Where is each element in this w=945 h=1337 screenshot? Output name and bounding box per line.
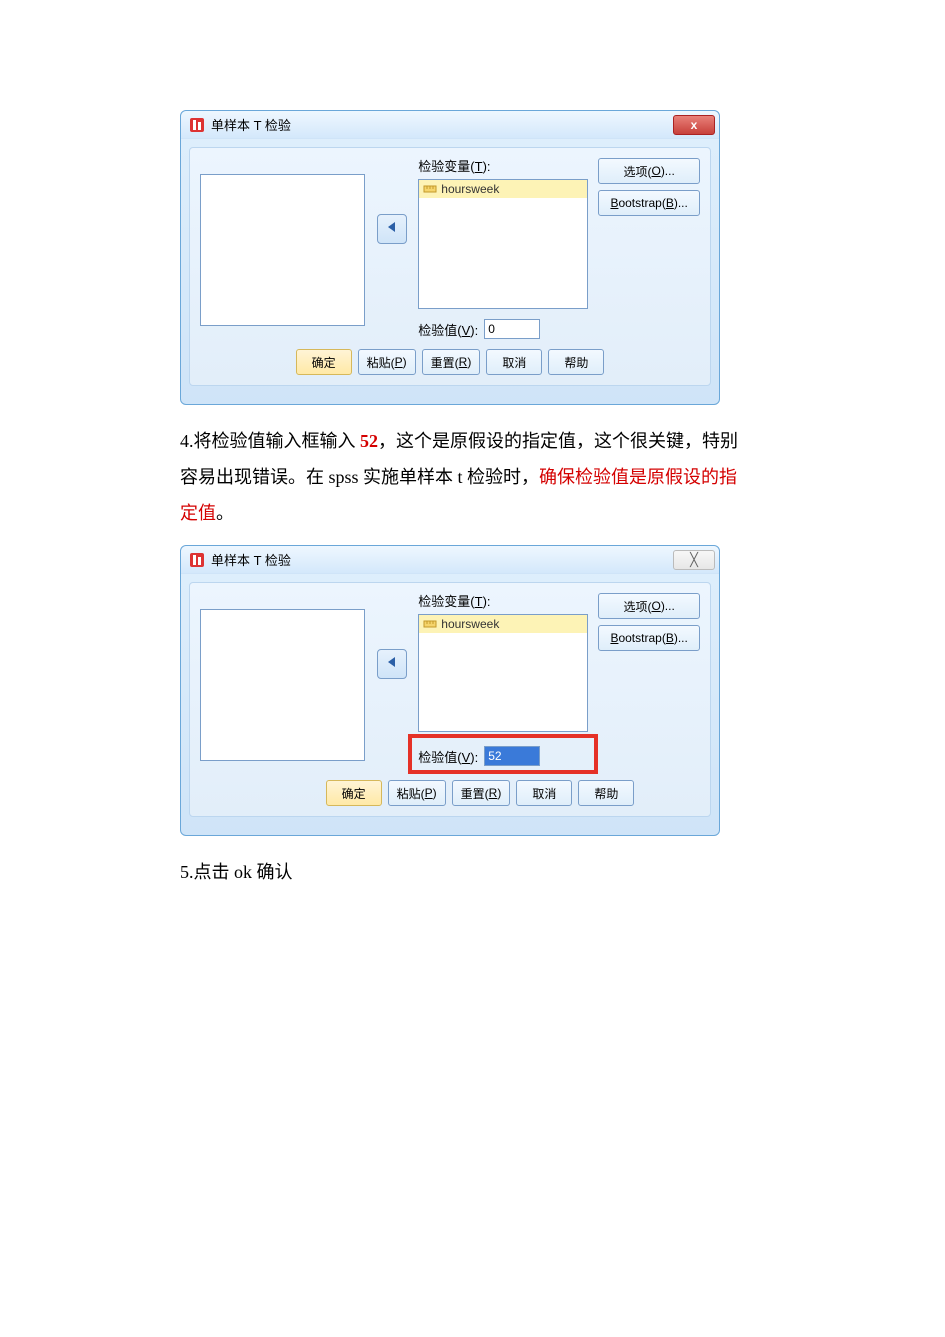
arrow-left-icon [385, 655, 399, 673]
ok-button[interactable]: 确定 [326, 780, 382, 806]
dialog-title: 单样本 T 检验 [211, 115, 291, 134]
spss-app-icon [189, 552, 205, 568]
help-button[interactable]: 帮助 [578, 780, 634, 806]
source-variable-list[interactable] [200, 609, 365, 761]
variable-name: hoursweek [441, 617, 499, 631]
reset-button[interactable]: 重置(R) [422, 349, 481, 375]
test-variables-list[interactable]: hoursweek [418, 614, 588, 732]
paste-button[interactable]: 粘贴(P) [388, 780, 446, 806]
paste-button[interactable]: 粘贴(P) [358, 349, 416, 375]
dialog-button-row: 确定 粘贴(P) 重置(R) 取消 帮助 [260, 780, 700, 806]
test-variables-list[interactable]: hoursweek [418, 179, 588, 309]
test-value-label: 检验值(V): [418, 320, 478, 339]
list-item[interactable]: hoursweek [419, 615, 587, 633]
dialog-title: 单样本 T 检验 [211, 550, 291, 569]
bootstrap-button[interactable]: Bootstrap(B)... [598, 190, 700, 216]
arrow-left-icon [385, 220, 399, 238]
reset-button[interactable]: 重置(R) [452, 780, 511, 806]
one-sample-ttest-dialog-1: 单样本 T 检验 x 检验变量(T): [180, 110, 720, 405]
titlebar: 单样本 T 检验 ╳ [181, 546, 719, 574]
ruler-icon [423, 182, 437, 196]
test-value-label: 检验值(V): [418, 747, 478, 766]
dialog-body: 检验变量(T): hoursweek 检验值(V): [189, 147, 711, 386]
dialog-body: 检验变量(T): hoursweek 检验值(V): [189, 582, 711, 817]
test-variables-label: 检验变量(T): [418, 591, 588, 610]
instruction-paragraph-4: 4.将检验值输入框输入 52，这个是原假设的指定值，这个很关键，特别容易出现错误… [180, 423, 740, 531]
move-variable-button[interactable] [377, 649, 407, 679]
options-button[interactable]: 选项(O)... [598, 593, 700, 619]
close-glyph: x [691, 118, 698, 132]
cancel-button[interactable]: 取消 [486, 349, 542, 375]
close-button[interactable]: ╳ [673, 550, 715, 570]
options-button[interactable]: 选项(O)... [598, 158, 700, 184]
variable-name: hoursweek [441, 182, 499, 196]
ok-button[interactable]: 确定 [296, 349, 352, 375]
titlebar: 单样本 T 检验 x [181, 111, 719, 139]
source-variable-list[interactable] [200, 174, 365, 326]
move-variable-button[interactable] [377, 214, 407, 244]
one-sample-ttest-dialog-2: 单样本 T 检验 ╳ 检验变量(T): [180, 545, 720, 836]
spss-app-icon [189, 117, 205, 133]
close-glyph: ╳ [690, 552, 698, 568]
help-button[interactable]: 帮助 [548, 349, 604, 375]
test-variables-label: 检验变量(T): [418, 156, 588, 175]
instruction-paragraph-5: 5.点击 ok 确认 [180, 854, 740, 890]
bootstrap-button[interactable]: Bootstrap(B)... [598, 625, 700, 651]
close-button[interactable]: x [673, 115, 715, 135]
ruler-icon [423, 617, 437, 631]
test-value-input[interactable] [484, 319, 540, 339]
cancel-button[interactable]: 取消 [516, 780, 572, 806]
dialog-button-row: 确定 粘贴(P) 重置(R) 取消 帮助 [200, 349, 700, 375]
list-item[interactable]: hoursweek [419, 180, 587, 198]
test-value-input[interactable] [484, 746, 540, 766]
